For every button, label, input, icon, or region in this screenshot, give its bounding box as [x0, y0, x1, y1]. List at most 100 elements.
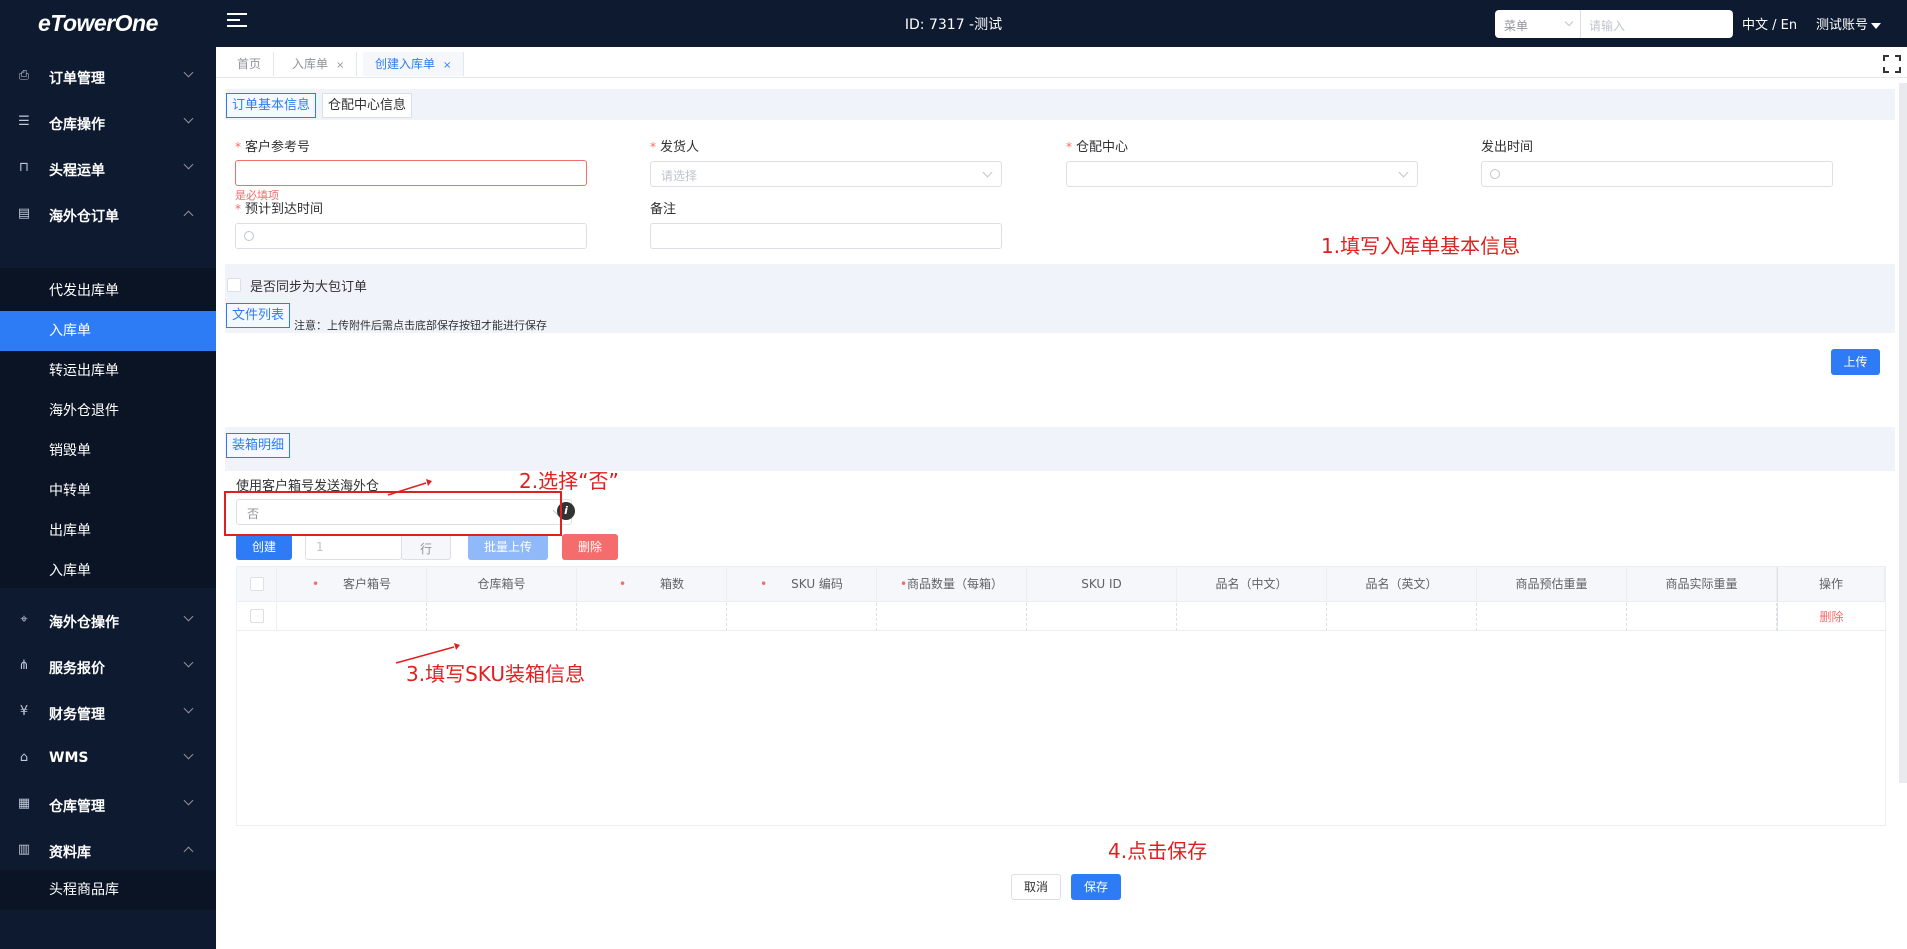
sidebar-subitem-active[interactable]: 入库单: [0, 311, 216, 351]
row-delete-link[interactable]: 删除: [1777, 603, 1885, 631]
cell-sku-code[interactable]: [727, 603, 877, 631]
chevron-down-icon: [1564, 17, 1574, 27]
building-icon: ▦: [17, 796, 31, 811]
section-packing[interactable]: 装箱明细: [226, 433, 291, 458]
sidebar-subitem[interactable]: 头程商品库: [0, 870, 216, 910]
document-icon: ▤: [17, 206, 31, 221]
arrow-step-2: [387, 479, 432, 496]
language-switch[interactable]: 中文 / En: [1742, 14, 1797, 33]
center-label: * 仓配中心: [1066, 140, 1129, 155]
lock-icon: ⊓: [18, 160, 30, 175]
cell-est-weight[interactable]: [1477, 603, 1627, 631]
upload-button[interactable]: 上传: [1831, 349, 1880, 375]
packing-table: • 客户箱号 仓库箱号 • 箱数 • SKU 编码 •商品数量（每箱） SKU ID …: [236, 566, 1886, 826]
cell-qty[interactable]: [877, 603, 1027, 631]
sidebar-item-first-leg[interactable]: ⊓ 头程运单: [0, 148, 216, 188]
tabs-bar: 首页 入库单 × 创建入库单 ×: [216, 47, 1907, 78]
sidebar-subitem[interactable]: 入库单: [0, 551, 216, 591]
clock-icon: [244, 231, 254, 241]
sidebar-item-warehouse-ops[interactable]: ☰ 仓库操作: [0, 102, 216, 142]
rows-input[interactable]: 1: [305, 534, 402, 560]
sidebar-item-overseas-orders[interactable]: ▤ 海外仓订单: [0, 194, 216, 234]
sidebar: ⎙ 订单管理 ☰ 仓库操作 ⊓ 头程运单 ▤ 海外仓订单 代发出库单 入库单 转…: [0, 47, 216, 949]
sync-checkbox[interactable]: [227, 278, 241, 292]
col-customer-box: • 客户箱号: [277, 567, 427, 602]
sidebar-subitem[interactable]: 销毁单: [0, 431, 216, 471]
chevron-down-icon: [1398, 167, 1409, 178]
tab-inbound[interactable]: 入库单 ×: [280, 52, 358, 76]
save-button[interactable]: 保存: [1071, 874, 1121, 900]
sidebar-item-pricing[interactable]: ⋔ 服务报价: [0, 646, 216, 686]
sidebar-item-library[interactable]: ▥ 资料库: [0, 830, 216, 870]
remark-label: 备注: [650, 202, 677, 217]
sidebar-item-wms[interactable]: ⌂ WMS: [0, 738, 216, 778]
pin-icon: ⌖: [20, 612, 28, 627]
customer-ref-input[interactable]: [235, 160, 587, 186]
section-file-list[interactable]: 文件列表: [226, 303, 291, 328]
customer-ref-label: * 客户参考号: [235, 140, 311, 155]
caret-down-icon: [1871, 22, 1882, 29]
col-sku-id: SKU ID: [1027, 567, 1177, 602]
col-name-cn: 品名（中文）: [1177, 567, 1327, 602]
sidebar-item-orders[interactable]: ⎙ 订单管理: [0, 56, 216, 96]
section-center-info[interactable]: 仓配中心信息: [322, 93, 413, 118]
cell-name-en[interactable]: [1327, 603, 1477, 631]
sidebar-subitem[interactable]: 中转单: [0, 471, 216, 511]
scrollbar[interactable]: [1899, 83, 1907, 783]
header-checkbox-cell: [237, 567, 277, 602]
select-all-checkbox[interactable]: [250, 577, 264, 591]
eta-picker[interactable]: [235, 223, 587, 249]
clock-icon: [1490, 169, 1500, 179]
cell-box-count[interactable]: [577, 603, 727, 631]
col-name-en: 品名（英文）: [1327, 567, 1477, 602]
tab-create-inbound[interactable]: 创建入库单 ×: [363, 52, 465, 76]
section-basic-info[interactable]: 订单基本信息: [226, 93, 317, 118]
main-content: 首页 入库单 × 创建入库单 × 订单基本信息 仓配中心信息 * 客户参考号 是必填项…: [216, 47, 1907, 949]
close-icon[interactable]: ×: [336, 60, 344, 71]
warehouse-icon: ☰: [18, 114, 30, 129]
fullscreen-icon[interactable]: [1883, 55, 1901, 73]
annotation-step-3: 3.填写SKU装箱信息: [406, 662, 585, 686]
network-icon: ⋔: [18, 658, 30, 673]
search-input[interactable]: 请输入: [1581, 10, 1733, 38]
col-box-count: • 箱数: [577, 567, 727, 602]
col-qty: •商品数量（每箱）: [877, 567, 1027, 602]
search-type-select[interactable]: 菜单: [1495, 10, 1581, 38]
cell-warehouse-box[interactable]: [427, 603, 577, 631]
close-icon[interactable]: ×: [443, 60, 451, 71]
sidebar-item-overseas-ops[interactable]: ⌖ 海外仓操作: [0, 600, 216, 640]
batch-upload-button[interactable]: 批量上传: [468, 534, 548, 560]
user-menu[interactable]: 测试账号: [1816, 14, 1882, 33]
cancel-button[interactable]: 取消: [1011, 874, 1061, 900]
sidebar-subitem[interactable]: 海外仓退件: [0, 391, 216, 431]
row-checkbox[interactable]: [250, 609, 264, 623]
remark-input[interactable]: [650, 223, 1002, 249]
sidebar-item-warehouse-mgmt[interactable]: ▦ 仓库管理: [0, 784, 216, 824]
sidebar-subitem[interactable]: 转运出库单: [0, 351, 216, 391]
delete-button[interactable]: 删除: [562, 534, 618, 560]
home-icon: ⌂: [19, 750, 29, 765]
chevron-down-icon: [982, 167, 993, 178]
sidebar-subitem[interactable]: 代发出库单: [0, 271, 216, 311]
cell-name-cn[interactable]: [1177, 603, 1327, 631]
sidebar-item-finance[interactable]: ¥ 财务管理: [0, 692, 216, 732]
sidebar-subitem[interactable]: 出库单: [0, 511, 216, 551]
cell-sku-id[interactable]: [1027, 603, 1177, 631]
send-time-picker[interactable]: [1481, 161, 1833, 187]
shipper-label: * 发货人: [650, 140, 700, 155]
create-button[interactable]: 创建: [236, 534, 292, 560]
yuan-icon: ¥: [19, 704, 29, 719]
order-icon: ⎙: [18, 68, 30, 83]
annotation-step-2: 2.选择“否”: [519, 469, 619, 493]
row-checkbox-cell: [237, 603, 277, 631]
cell-actual-weight[interactable]: [1627, 603, 1777, 631]
col-action: 操作: [1777, 567, 1885, 602]
annotation-step-4: 4.点击保存: [1108, 839, 1208, 863]
center-select[interactable]: [1066, 161, 1418, 187]
grid-icon: ▥: [17, 842, 31, 857]
cell-customer-box[interactable]: [277, 603, 427, 631]
top-header: eTowerOne ID: 7317 -测试 菜单 请输入 中文 / En 测试…: [0, 0, 1907, 47]
rows-unit: 行: [401, 534, 451, 560]
shipper-select[interactable]: 请选择: [650, 161, 1002, 187]
tab-home[interactable]: 首页: [225, 52, 275, 76]
